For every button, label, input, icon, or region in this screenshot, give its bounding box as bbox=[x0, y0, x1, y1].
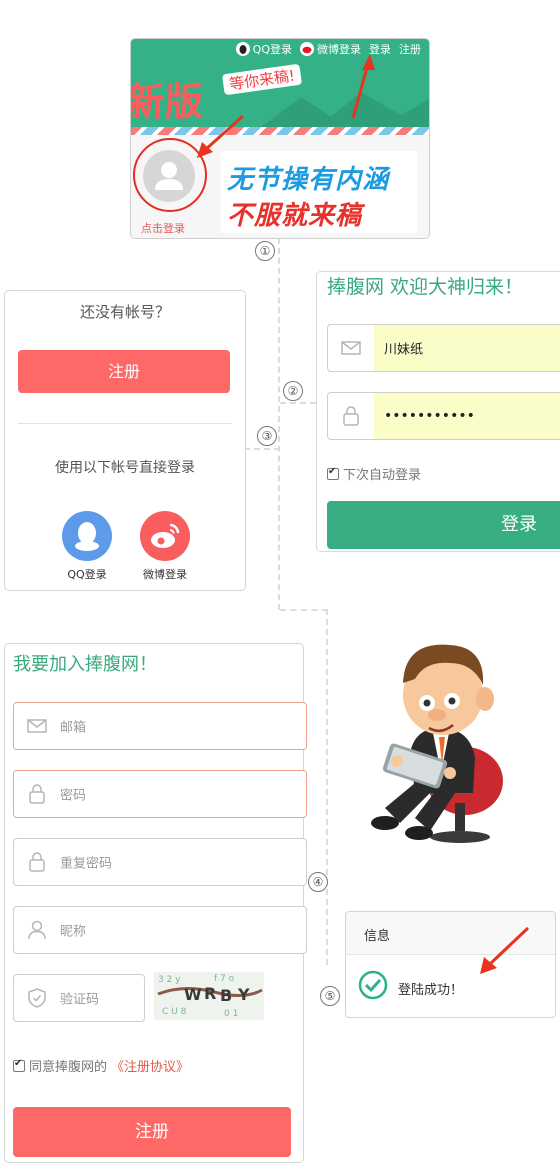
lock-icon bbox=[29, 852, 45, 872]
step-marker-2: ② bbox=[283, 381, 303, 401]
weibo-option-label: 微博登录 bbox=[143, 568, 187, 581]
register-link[interactable]: 注册 bbox=[399, 41, 421, 57]
login-button-label: 登录 bbox=[501, 514, 537, 535]
step-marker-1: ① bbox=[255, 241, 275, 261]
svg-text:f 7 o: f 7 o bbox=[214, 974, 235, 984]
repeat-password-field[interactable]: 重复密码 bbox=[13, 838, 307, 886]
password-placeholder: 密码 bbox=[60, 788, 87, 804]
divider bbox=[18, 423, 232, 424]
lock-icon bbox=[343, 406, 359, 426]
svg-text:3 2 y: 3 2 y bbox=[158, 975, 181, 985]
envelope-icon bbox=[341, 341, 361, 355]
svg-text:R: R bbox=[204, 984, 216, 1003]
click-login-caption: 点击登录 bbox=[141, 222, 185, 235]
no-account-panel: 还没有帐号？ 注册 使用以下帐号直接登录 QQ登录 微博登录 bbox=[4, 290, 246, 591]
password-value: ••••••••••• bbox=[384, 408, 475, 424]
email-placeholder: 邮箱 bbox=[60, 720, 87, 736]
svg-text:W: W bbox=[184, 985, 202, 1004]
use-accounts-text: 使用以下帐号直接登录 bbox=[55, 460, 195, 476]
captcha-field[interactable]: 验证码 bbox=[13, 974, 145, 1022]
agree-terms[interactable]: 同意捧腹网的 《注册协议》 bbox=[13, 1056, 189, 1075]
annotation-arrows-header bbox=[197, 54, 375, 158]
login-button[interactable]: 登录 bbox=[327, 501, 560, 549]
username-field[interactable]: 川妹纸 bbox=[327, 324, 560, 372]
svg-text:C U 8: C U 8 bbox=[162, 1007, 187, 1017]
success-check-icon bbox=[358, 970, 388, 1000]
email-field[interactable]: 邮箱 bbox=[13, 702, 307, 750]
promo-line-2: 不服就来稿 bbox=[227, 201, 363, 231]
repeat-password-placeholder: 重复密码 bbox=[60, 856, 113, 872]
svg-text:B: B bbox=[220, 986, 232, 1005]
qq-option-label: QQ登录 bbox=[67, 568, 107, 581]
lock-icon bbox=[29, 784, 45, 804]
nickname-field[interactable]: 昵称 bbox=[13, 906, 307, 954]
login-panel: 捧腹网 欢迎大神归来！ 川妹纸 ••••••••••• 下次自动登录 登录 bbox=[316, 271, 560, 552]
captcha-placeholder: 验证码 bbox=[60, 992, 100, 1008]
svg-text:0 1: 0 1 bbox=[224, 1009, 238, 1019]
register-panel: 我要加入捧腹网！ 邮箱 密码 重复密码 昵称 验证码 3 2 y f 7 o C… bbox=[4, 643, 307, 1163]
register-title: 我要加入捧腹网！ bbox=[13, 654, 157, 675]
envelope-icon bbox=[27, 719, 47, 733]
captcha-image[interactable]: 3 2 y f 7 o C U 8 0 1 WRBY bbox=[154, 972, 264, 1020]
info-dialog-title: 信息 bbox=[364, 929, 391, 944]
nickname-placeholder: 昵称 bbox=[60, 924, 87, 940]
weibo-icon bbox=[140, 511, 190, 561]
step-marker-5: ⑤ bbox=[320, 986, 340, 1006]
password-field[interactable]: 密码 bbox=[13, 770, 307, 818]
annotation-arrow-success bbox=[480, 926, 530, 974]
remember-label: 下次自动登录 bbox=[343, 468, 422, 483]
weibo-login-option[interactable]: 微博登录 bbox=[135, 511, 195, 582]
success-message: 登陆成功！ bbox=[398, 983, 464, 998]
username-value: 川妹纸 bbox=[384, 342, 424, 358]
agree-prefix: 同意捧腹网的 bbox=[29, 1060, 108, 1075]
register-button[interactable]: 注册 bbox=[18, 350, 230, 393]
step-marker-3: ③ bbox=[257, 426, 277, 446]
user-icon bbox=[28, 920, 46, 940]
qq-penguin-icon bbox=[62, 511, 112, 561]
remember-me[interactable]: 下次自动登录 bbox=[327, 464, 421, 483]
terms-link[interactable]: 《注册协议》 bbox=[111, 1056, 189, 1075]
login-title: 捧腹网 欢迎大神归来！ bbox=[327, 276, 524, 298]
svg-text:Y: Y bbox=[237, 985, 250, 1004]
remember-checkbox[interactable] bbox=[327, 466, 339, 480]
step-marker-4: ④ bbox=[308, 872, 328, 892]
register-submit-button[interactable]: 注册 bbox=[13, 1107, 291, 1157]
mascot-illustration bbox=[371, 644, 503, 843]
agree-checkbox[interactable] bbox=[13, 1058, 25, 1072]
password-field[interactable]: ••••••••••• bbox=[327, 392, 560, 440]
qq-login-option[interactable]: QQ登录 bbox=[57, 511, 117, 582]
shield-icon bbox=[28, 988, 46, 1008]
no-account-question: 还没有帐号？ bbox=[79, 303, 170, 321]
